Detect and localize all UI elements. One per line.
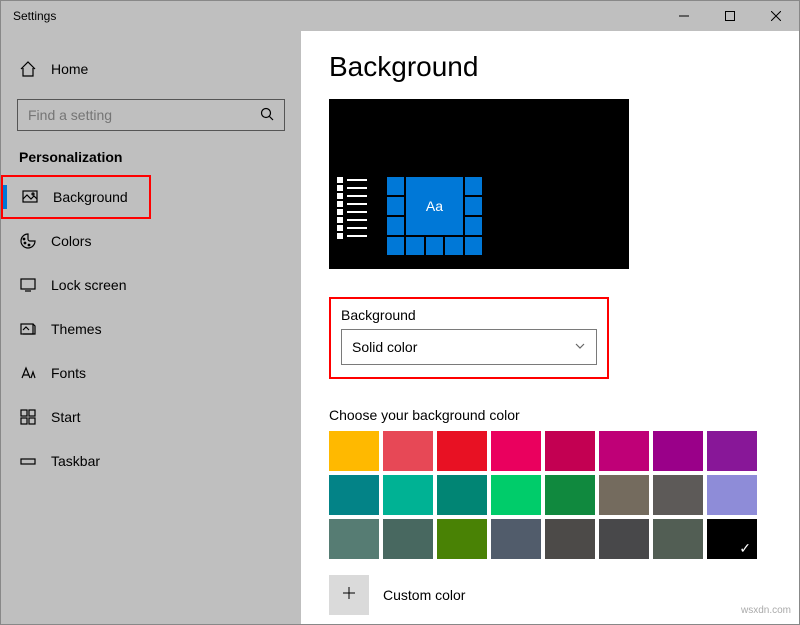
titlebar: Settings — [1, 1, 799, 31]
background-field-label: Background — [341, 307, 597, 323]
plus-icon — [341, 584, 357, 607]
taskbar-icon — [19, 452, 37, 470]
color-swatch[interactable] — [707, 431, 757, 471]
background-icon — [21, 188, 39, 206]
search-box[interactable] — [17, 99, 285, 131]
custom-color-row: Custom color — [329, 575, 771, 615]
page-title: Background — [329, 51, 771, 83]
window-title: Settings — [1, 9, 56, 23]
chevron-down-icon — [574, 339, 586, 355]
sidebar-item-label: Colors — [51, 233, 91, 249]
sidebar-item-fonts[interactable]: Fonts — [1, 351, 301, 395]
color-swatch[interactable] — [329, 431, 379, 471]
color-grid — [329, 431, 757, 559]
color-swatch[interactable] — [383, 519, 433, 559]
close-button[interactable] — [753, 1, 799, 31]
color-swatch[interactable] — [599, 519, 649, 559]
sidebar-item-label: Start — [51, 409, 81, 425]
color-swatch[interactable] — [653, 519, 703, 559]
home-button[interactable]: Home — [1, 49, 301, 89]
color-swatch[interactable] — [329, 519, 379, 559]
colors-icon — [19, 232, 37, 250]
color-swatch[interactable] — [491, 519, 541, 559]
sidebar-item-label: Taskbar — [51, 453, 100, 469]
sidebar-item-start[interactable]: Start — [1, 395, 301, 439]
sidebar-item-lockscreen[interactable]: Lock screen — [1, 263, 301, 307]
background-dropdown-value: Solid color — [352, 339, 417, 355]
color-swatch[interactable] — [599, 475, 649, 515]
sidebar-item-label: Lock screen — [51, 277, 126, 293]
sidebar-item-label: Fonts — [51, 365, 86, 381]
sidebar-item-background[interactable]: Background — [1, 175, 151, 219]
sidebar-item-themes[interactable]: Themes — [1, 307, 301, 351]
background-field-group: Background Solid color — [329, 297, 609, 379]
minimize-button[interactable] — [661, 1, 707, 31]
color-swatch[interactable] — [653, 475, 703, 515]
window-controls — [661, 1, 799, 31]
sidebar-item-label: Background — [53, 189, 128, 205]
color-swatch[interactable] — [437, 519, 487, 559]
color-swatch[interactable] — [437, 475, 487, 515]
color-swatch[interactable] — [545, 431, 595, 471]
maximize-button[interactable] — [707, 1, 753, 31]
lockscreen-icon — [19, 276, 37, 294]
home-label: Home — [51, 61, 88, 77]
search-input[interactable] — [28, 107, 249, 123]
color-swatch[interactable] — [653, 431, 703, 471]
color-swatch[interactable] — [707, 475, 757, 515]
fonts-icon — [19, 364, 37, 382]
color-swatch[interactable] — [491, 431, 541, 471]
color-swatch[interactable] — [545, 475, 595, 515]
custom-color-button[interactable] — [329, 575, 369, 615]
color-swatch[interactable] — [545, 519, 595, 559]
color-swatch[interactable] — [491, 475, 541, 515]
sidebar-item-label: Themes — [51, 321, 102, 337]
preview-start-tiles: Aa — [387, 177, 482, 255]
start-icon — [19, 408, 37, 426]
color-swatch[interactable] — [707, 519, 757, 559]
category-title: Personalization — [1, 149, 301, 175]
sidebar: Home Personalization Background Colors Loc… — [1, 31, 301, 624]
home-icon — [19, 60, 37, 78]
color-swatch[interactable] — [599, 431, 649, 471]
color-swatch[interactable] — [383, 475, 433, 515]
content: Background Aa Background — [301, 31, 799, 624]
color-swatch[interactable] — [329, 475, 379, 515]
themes-icon — [19, 320, 37, 338]
preview-sample-text: Aa — [406, 177, 462, 235]
sidebar-item-taskbar[interactable]: Taskbar — [1, 439, 301, 483]
color-swatch[interactable] — [437, 431, 487, 471]
watermark: wsxdn.com — [741, 605, 791, 616]
preview-taskbar-items — [337, 177, 367, 241]
color-swatch[interactable] — [383, 431, 433, 471]
choose-color-label: Choose your background color — [329, 407, 771, 423]
sidebar-item-colors[interactable]: Colors — [1, 219, 301, 263]
search-icon — [260, 107, 274, 124]
background-dropdown[interactable]: Solid color — [341, 329, 597, 365]
custom-color-label: Custom color — [383, 587, 465, 603]
background-preview: Aa — [329, 99, 629, 269]
